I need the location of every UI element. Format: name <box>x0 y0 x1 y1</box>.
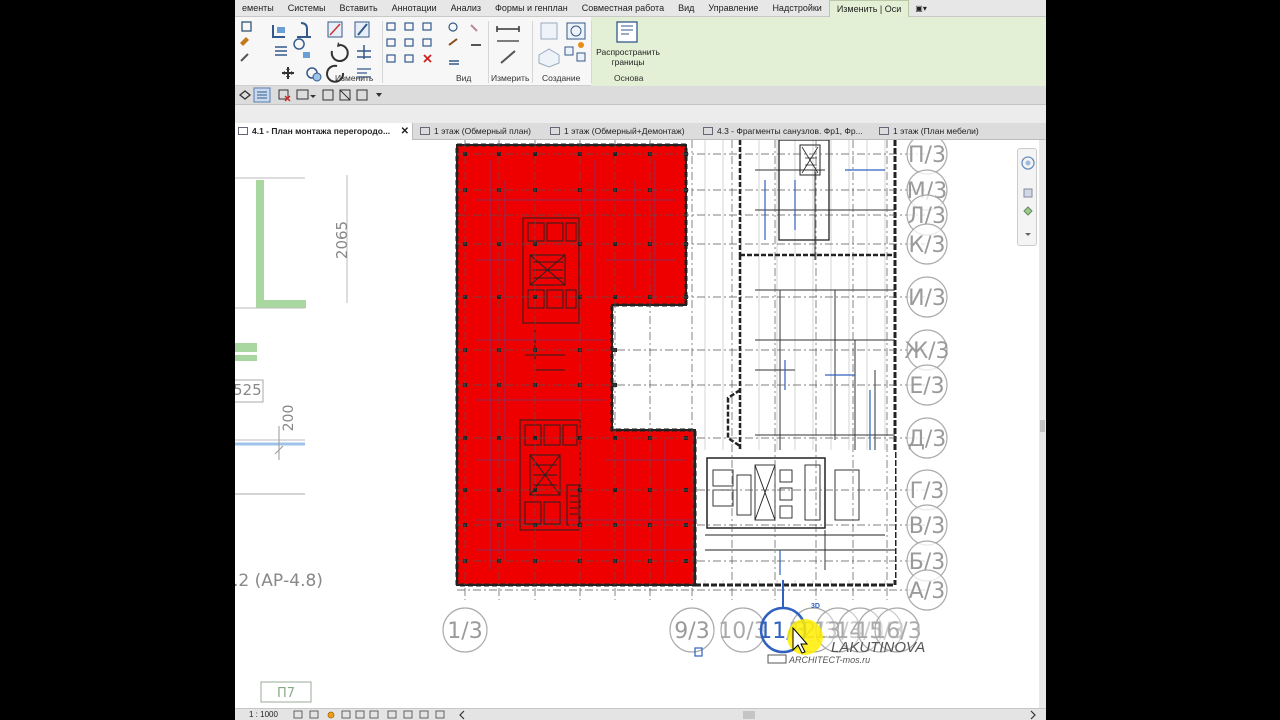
divider <box>591 21 592 83</box>
ribbon-tab-bar: ементы Системы Вставить Аннотации Анализ Форм… <box>235 0 1046 17</box>
grid-bubble-label: И/3 <box>908 286 946 311</box>
panel-label-basis: Основа <box>614 73 644 83</box>
section-reference: .2 (АР-4.8) <box>235 571 323 591</box>
watermark-site: ARCHITECT-mos.ru <box>788 655 870 665</box>
close-icon[interactable]: ✕ <box>401 123 409 140</box>
grid-bubble[interactable]: И/3 <box>906 276 948 318</box>
view-tab-3[interactable]: 4.3 - Фрагменты санузлов. Фр1, Фр... <box>700 123 872 140</box>
scale-display[interactable]: 1 : 1000 <box>249 710 278 719</box>
view-tab-4[interactable]: 1 этаж (План мебели) <box>876 123 1006 140</box>
grid-bubbles-right: П/3М/3Л/3К/3И/3Ж/3Е/3Д/3Г/3В/3Б/3А/3 <box>904 140 950 611</box>
grid-bubble[interactable]: Д/3 <box>906 417 948 459</box>
view-tab-label: 1 этаж (План мебели) <box>893 126 979 136</box>
blank-strip <box>235 105 1046 123</box>
ribbon-minimize-dropdown[interactable]: ▣▾ <box>909 4 933 13</box>
dimension-2065: 2065 <box>333 221 351 259</box>
ribbon-panel: Изменить Вид Измерить Создание Основа Ра… <box>235 17 1046 86</box>
ribbon-tab-0[interactable]: ементы <box>235 0 281 17</box>
cursor-highlight <box>787 619 823 655</box>
dimension-200: 200 <box>281 405 297 432</box>
grid-bubble-label: П/3 <box>908 143 946 168</box>
ribbon-tab-10[interactable]: Изменить | Оси <box>828 0 910 17</box>
view-tab-label: 1 этаж (Обмерный+Демонтаж) <box>564 126 685 136</box>
view-tab-1[interactable]: 1 этаж (Обмерный план) <box>417 123 545 140</box>
divider <box>488 21 489 83</box>
ribbon-tab-1[interactable]: Системы <box>281 0 333 17</box>
watermark-name: LAKUTINOVA <box>831 639 925 656</box>
drawing-canvas[interactable]: 2065 525 200 .2 (АР-4.8) П7 П/3 М/3 Л/3 … <box>235 140 1039 708</box>
view-tab-0[interactable]: 4.1 - План монтажа перегородо... ✕ <box>235 123 413 140</box>
grid-bubble[interactable]: П/3 <box>906 140 948 175</box>
revit-window: ементы Системы Вставить Аннотации Анализ Форм… <box>235 0 1046 720</box>
grid-bubble[interactable]: 9/3 <box>669 607 715 653</box>
grid-bubble[interactable]: Г/3 <box>906 469 948 511</box>
grid-bubble-label: Г/3 <box>910 479 945 504</box>
grid-bubble[interactable]: 1/3 <box>442 607 488 653</box>
building-right <box>695 140 897 588</box>
navigation-bar[interactable] <box>1017 148 1037 246</box>
grid-bubble-label: Е/3 <box>909 374 944 399</box>
ribbon-tab-7[interactable]: Вид <box>671 0 701 17</box>
select-arrow-icon <box>238 90 252 100</box>
grid-bubble-label: К/3 <box>908 233 945 258</box>
ribbon-tab-6[interactable]: Совместная работа <box>575 0 671 17</box>
grid-bubble[interactable]: Е/3 <box>906 364 948 406</box>
selected-area-red <box>455 143 697 587</box>
view-tab-label: 4.1 - План монтажа перегородо... <box>252 126 391 136</box>
view-sheet-icon <box>550 127 560 135</box>
grid-bubble[interactable]: А/3 <box>906 569 948 611</box>
view-sheet-icon <box>420 127 430 135</box>
floor-plan[interactable]: 2065 525 200 .2 (АР-4.8) П7 П/3М/3Л/3К/3… <box>235 140 1039 708</box>
right-black-margin <box>1046 0 1280 720</box>
divider <box>382 21 383 83</box>
ribbon-tab-2[interactable]: Вставить <box>332 0 384 17</box>
view-tab-label: 1 этаж (Обмерный план) <box>434 126 531 136</box>
panel-label-create: Создание <box>542 73 581 83</box>
grid-bubble-label: Ж/3 <box>904 339 949 364</box>
view-controls[interactable] <box>292 709 492 720</box>
view-tabs: 4.1 - План монтажа перегородо... ✕ 1 этаж … <box>235 123 1046 140</box>
grid-bubble-label: 9/3 <box>674 619 709 644</box>
left-detail-view <box>235 175 348 703</box>
zoom-icon <box>1023 206 1033 216</box>
horizontal-scroll-thumb[interactable] <box>743 711 755 719</box>
panel-label-measure: Измерить <box>491 73 530 83</box>
ribbon-tab-8[interactable]: Управление <box>701 0 765 17</box>
grid-bubble-label: 1/3 <box>447 619 482 644</box>
view-sheet-icon <box>238 127 248 135</box>
ribbon-tab-5[interactable]: Формы и генплан <box>488 0 575 17</box>
propagate-extents-button[interactable]: Распространить границы <box>593 47 663 67</box>
grid-bubble-label: Д/3 <box>908 427 947 452</box>
pan-icon <box>1023 188 1033 198</box>
view-tab-label: 4.3 - Фрагменты санузлов. Фр1, Фр... <box>717 126 863 136</box>
grid-bubble-label: В/3 <box>909 514 946 539</box>
grid-bubble-label: А/3 <box>909 579 945 604</box>
view-sheet-icon <box>879 127 889 135</box>
grid-bubble[interactable]: В/3 <box>906 504 948 546</box>
grid-bubble[interactable]: Ж/3 <box>904 329 950 371</box>
divider <box>532 21 533 83</box>
ribbon-tab-4[interactable]: Анализ <box>444 0 488 17</box>
panel-label-modify: Изменить <box>335 73 374 83</box>
scroll-right-icon[interactable] <box>1028 709 1038 720</box>
scroll-left-icon <box>459 710 465 720</box>
ribbon-tab-9[interactable]: Надстройки <box>765 0 828 17</box>
options-bar <box>235 86 1046 105</box>
quick-tools[interactable] <box>235 86 395 105</box>
dimension-525: 525 <box>235 381 262 399</box>
label-3d: 3D <box>811 603 820 610</box>
ribbon-tab-3[interactable]: Аннотации <box>385 0 444 17</box>
view-tab-2[interactable]: 1 этаж (Обмерный+Демонтаж) <box>547 123 695 140</box>
grid-bubble[interactable]: К/3 <box>906 223 948 265</box>
panel-label-view: Вид <box>456 73 472 83</box>
vertical-scrollbar[interactable] <box>1039 140 1046 708</box>
view-control-bar: 1 : 1000 <box>235 708 1046 720</box>
view-sheet-icon <box>703 127 713 135</box>
view-tag: П7 <box>277 686 295 701</box>
